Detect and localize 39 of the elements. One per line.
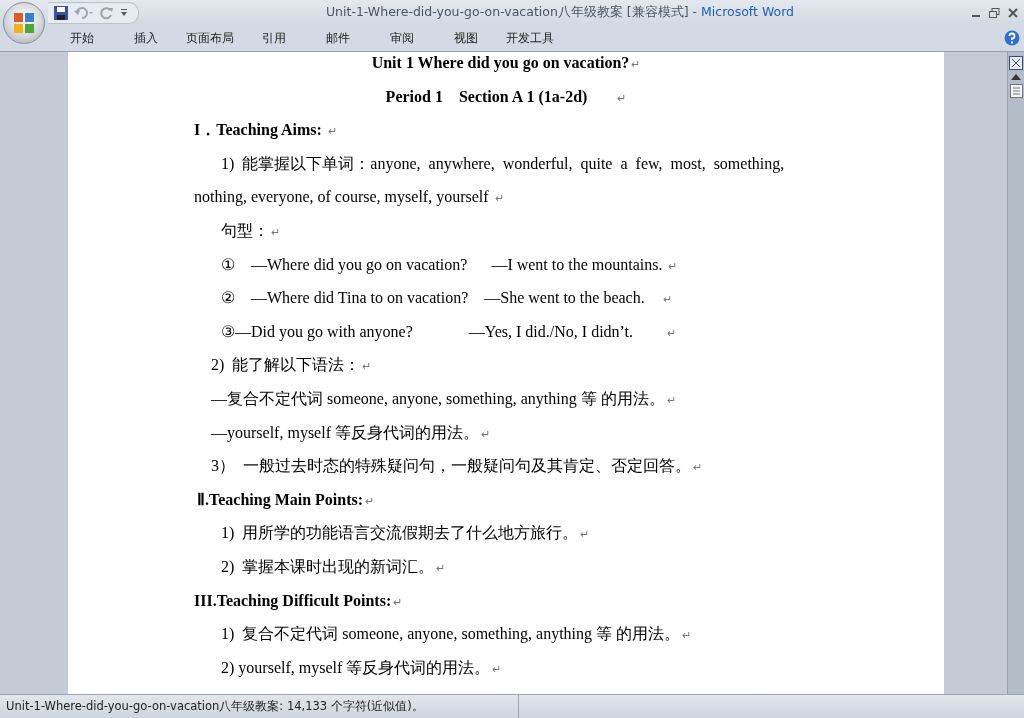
document-paragraph: 句型：↵ — [220, 220, 281, 241]
document-paragraph: 1) 用所学的功能语言交流假期去了什么地方旅行。↵ — [220, 523, 591, 544]
document-paragraph: nothing, everyone, of course, myself, yourself ↵ — [194, 187, 505, 208]
document-paragraph: ① —Where did you go on vacation? —I went to the mountains. ↵ — [220, 254, 679, 276]
document-paragraph: —yourself, myself 等反身代词的用法。↵ — [210, 422, 491, 444]
document-heading: III.Teaching Difficult Points:↵ — [194, 590, 404, 612]
document-paragraph: ② —Where did Tina to on vacation? —She went to the beach. ↵ — [220, 288, 673, 309]
office-logo-icon — [13, 12, 35, 34]
ruler-toggle-icon[interactable] — [1009, 56, 1023, 70]
help-icon[interactable] — [1004, 30, 1020, 46]
document-heading: Period 1 Section A 1 (1a-2d) ↵ — [384, 86, 628, 108]
customize-caret-icon[interactable] — [120, 8, 128, 17]
ribbon-tab[interactable]: 视图 — [434, 27, 498, 49]
status-text: Unit-1-Where-did-you-go-on-vacation八年级教案: 14,133 个字符(近似值)。 — [0, 695, 519, 718]
ribbon-tab[interactable]: 插入 — [114, 27, 178, 49]
document-paragraph: 1) 能掌握以下单词：anyone, anywhere, wonderful, quite a few, most, something, — [220, 153, 786, 175]
ribbon-tab[interactable]: 开始 — [50, 27, 114, 49]
document-heading: Ⅱ.Teaching Main Points:↵ — [196, 489, 376, 511]
ribbon-tab[interactable]: 页面布局 — [178, 27, 242, 49]
ribbon-tab[interactable]: 引用 — [242, 27, 306, 49]
document-paragraph: 2) yourself, myself 等反身代词的用法。↵ — [220, 657, 503, 679]
ribbon-tab[interactable]: 邮件 — [306, 27, 370, 49]
save-icon[interactable] — [54, 5, 68, 20]
document-paragraph: 3） 一般过去时态的特殊疑问句，一般疑问句及其肯定、否定回答。↵ — [210, 456, 703, 477]
ribbon-tab[interactable]: 开发工具 — [498, 27, 562, 49]
document-paragraph: 2) 掌握本课时出现的新词汇。↵ — [220, 556, 447, 578]
document-paragraph: 1) 复合不定代词 someone, anyone, something, anything 等 的用法。↵ — [220, 624, 693, 645]
scroll-up-icon[interactable] — [1011, 74, 1021, 80]
restore-icon[interactable] — [989, 7, 1000, 18]
document-heading: Unit 1 Where did you go on vacation?↵ — [370, 53, 642, 74]
window-title: Unit-1-Where-did-you-go-on-vacation八年级教案 [兼容模式] - Microsoft Word — [324, 4, 796, 21]
document-paragraph: 2) 能了解以下语法：↵ — [210, 355, 373, 376]
close-icon[interactable] — [1008, 7, 1018, 18]
document-heading: I．Teaching Aims: ↵ — [194, 120, 338, 141]
document-paragraph: ③—Did you go with anyone? —Yes, I did./No, I didn’t. ↵ — [220, 321, 678, 343]
document-paragraph: —复合不定代词 someone, anyone, something, anything 等 的用法。↵ — [210, 388, 677, 410]
ribbon-tab[interactable]: 审阅 — [370, 27, 434, 49]
office-button[interactable] — [3, 2, 45, 44]
scroll-thumb-icon[interactable] — [1009, 84, 1023, 98]
